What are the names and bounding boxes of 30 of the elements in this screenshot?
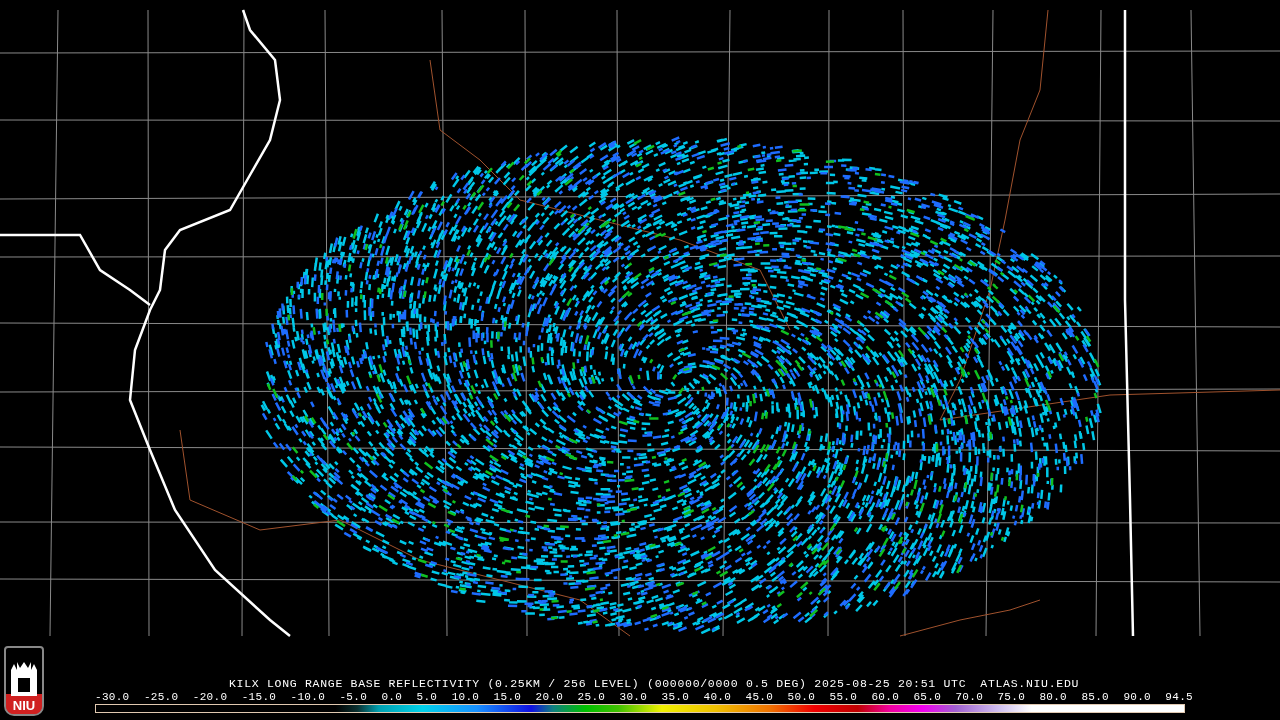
scale-label: 20.0 [535, 691, 564, 704]
scale-label: 60.0 [871, 691, 900, 704]
scale-label: -10.0 [290, 691, 326, 704]
scale-label: 85.0 [1081, 691, 1109, 704]
scale-label: 15.0 [493, 691, 522, 704]
scale-label: 35.0 [661, 691, 690, 704]
scale-label: 30.0 [619, 691, 648, 704]
scale-label: 80.0 [1039, 691, 1067, 704]
scale-label: 70.0 [955, 691, 984, 704]
scale-label: -5.0 [339, 691, 368, 704]
scale-label: 75.0 [997, 691, 1026, 704]
scale-label: 65.0 [913, 691, 942, 704]
scale-label: 55.0 [829, 691, 858, 704]
scale-label: 5.0 [416, 691, 438, 704]
scale-label: 25.0 [577, 691, 606, 704]
scale-label: 90.0 [1123, 691, 1151, 704]
scale-label: 45.0 [745, 691, 774, 704]
logo-text: NIU [6, 698, 42, 714]
site-url: ATLAS.NIU.EDU [980, 677, 1080, 691]
tower-icon [9, 662, 39, 696]
scale-label: 0.0 [381, 691, 403, 704]
scale-label: 50.0 [787, 691, 816, 704]
scale-label: -20.0 [192, 691, 228, 704]
scale-label: 94.5 [1165, 691, 1193, 704]
scale-label: 40.0 [703, 691, 732, 704]
scale-label: -30.0 [95, 691, 130, 704]
product-title: KILX LONG RANGE BASE REFLECTIVITY (0.25KM / 256 LEVEL) (000000/0000 0.5 DEG) 2025-08-25 20:51 UTC [229, 677, 967, 691]
scale-label: -25.0 [143, 691, 179, 704]
scale-label: 10.0 [451, 691, 480, 704]
scale-label: -15.0 [241, 691, 277, 704]
